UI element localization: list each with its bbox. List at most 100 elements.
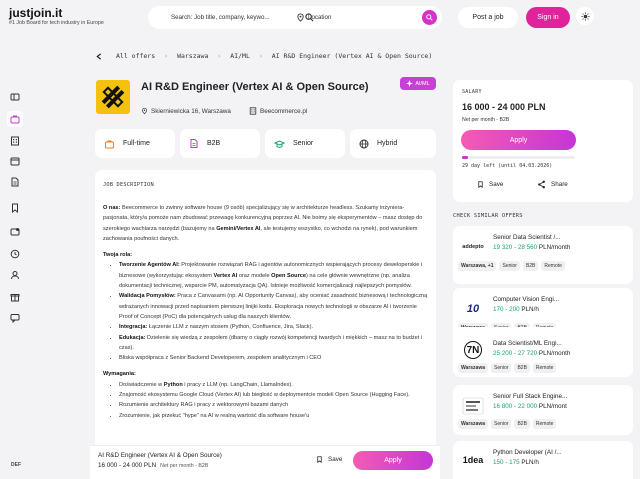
back-arrow-icon[interactable] bbox=[96, 52, 102, 60]
job-address: Skierniewicka 16, Warszawa bbox=[141, 107, 231, 115]
salary-range: 19 320 - 28 560 bbox=[493, 244, 538, 251]
sidebar-bookmark-icon[interactable] bbox=[10, 203, 20, 213]
role-item-bold: Open Source bbox=[271, 272, 306, 279]
location-input[interactable]: Location bbox=[308, 14, 331, 21]
post-job-button[interactable]: Post a job bbox=[458, 7, 518, 28]
share-offer-button[interactable]: Share bbox=[537, 180, 568, 189]
search-bar[interactable]: Search: Job title, company, keywo... Loc… bbox=[148, 6, 442, 29]
tag-contract: B2B bbox=[514, 419, 530, 429]
breadcrumb-separator: › bbox=[258, 52, 263, 60]
similar-offer-salary: 170 - 200 PLN/h bbox=[493, 306, 539, 313]
job-title: AI R&D Engineer (Vertex AI & Open Source… bbox=[141, 81, 369, 93]
description-body: O nas: Beecommerce to zwinny software ho… bbox=[103, 203, 428, 427]
requirement-text: Zrozumienie, jak przekuć "hype" na AI w … bbox=[119, 412, 310, 419]
search-submit-button[interactable] bbox=[422, 10, 437, 25]
breadcrumb-category[interactable]: AI/ML bbox=[230, 52, 250, 60]
similar-offer-salary: 25 200 - 27 720 PLN/month bbox=[493, 350, 570, 357]
sidebar-gift-icon[interactable] bbox=[10, 292, 20, 302]
breadcrumb-all-offers[interactable]: All offers bbox=[116, 52, 155, 60]
sidebar-briefcase-icon[interactable] bbox=[10, 114, 20, 124]
sidebar-offers-icon[interactable] bbox=[10, 92, 20, 102]
sticky-apply-button[interactable]: Apply bbox=[353, 451, 433, 470]
chip-label: B2B bbox=[207, 140, 221, 147]
language-switch[interactable]: DEF bbox=[11, 462, 21, 468]
tag-work-mode: Remote bbox=[532, 363, 557, 373]
salary-note: Net per month - B2B bbox=[462, 117, 510, 123]
category-badge[interactable]: AI/ML bbox=[400, 77, 436, 90]
job-company[interactable]: Beecommerce.pl bbox=[249, 107, 307, 115]
sidebar-chat-icon[interactable] bbox=[10, 313, 20, 323]
brand-logo[interactable]: justjoin.it bbox=[9, 6, 62, 20]
share-label: Share bbox=[551, 181, 568, 188]
bookmark-icon bbox=[317, 456, 322, 464]
tag-seniority: Senior bbox=[499, 261, 520, 271]
sun-icon bbox=[580, 11, 590, 21]
requirements-list: Doświadczenie w Python i pracy z LLM (np… bbox=[103, 380, 428, 421]
save-offer-button[interactable]: Save bbox=[477, 180, 503, 189]
breadcrumb-city[interactable]: Warszawa bbox=[177, 52, 208, 60]
days-left: 29 day left (until 04.03.2026) bbox=[462, 163, 553, 169]
similar-offer-card[interactable]: Senior Full Stack Engine... 16 800 - 22 … bbox=[453, 385, 633, 435]
tag-seniority: Senior bbox=[491, 363, 512, 373]
similar-offer-title: Computer Vision Engi... bbox=[493, 296, 560, 303]
sidebar-building-icon[interactable] bbox=[10, 136, 20, 146]
company-name[interactable]: Beecommerce.pl bbox=[260, 108, 307, 115]
sidebar-document-icon[interactable] bbox=[10, 177, 20, 187]
intro-label: O nas: bbox=[103, 205, 121, 211]
bookmark-icon bbox=[478, 181, 483, 189]
job-address-text: Skierniewicka 16, Warszawa bbox=[151, 107, 231, 115]
salary-card: SALARY 16 000 - 24 000 PLN Net per month… bbox=[453, 80, 633, 202]
requirement-item: Znajomość ekosystemu Google Cloud (Verte… bbox=[119, 390, 428, 400]
search-input[interactable]: Search: Job title, company, keywo... bbox=[171, 14, 281, 21]
breadcrumb: All offers › Warszawa › AI/ML › AI R&D E… bbox=[96, 52, 432, 60]
role-item-label: Walidacja Pomysłów: bbox=[119, 293, 176, 300]
requirement-text: Znajomość ekosystemu Google Cloud (Verte… bbox=[119, 392, 410, 399]
breadcrumb-current: AI R&D Engineer (Vertex AI & Open Source… bbox=[271, 52, 433, 60]
search-icon bbox=[426, 14, 433, 21]
tag-seniority: Senior bbox=[491, 419, 512, 429]
role-heading: Twoja rola: bbox=[103, 252, 133, 259]
location-pin-icon bbox=[297, 13, 304, 22]
sidebar-user-icon[interactable] bbox=[10, 270, 20, 280]
similar-offer-tags: Warszawa Senior B2B Remote bbox=[458, 419, 557, 429]
similar-offer-card[interactable]: addepto Senior Data Scientist /... 19 32… bbox=[453, 226, 633, 284]
requirement-item: Zrozumienie, jak przekuć "hype" na AI w … bbox=[119, 411, 428, 421]
similar-offer-title: Senior Data Scientist /... bbox=[493, 234, 561, 241]
role-item-text: Bliska współpraca z Senior Backend Devel… bbox=[119, 355, 322, 362]
salary-range: 25 200 - 27 720 bbox=[493, 350, 538, 357]
apply-button[interactable]: Apply bbox=[461, 130, 576, 150]
similar-offer-title: Data Scientist/ML Engi... bbox=[493, 340, 562, 347]
chip-label: Full-time bbox=[123, 140, 150, 147]
similar-offer-logo: 1dea bbox=[462, 455, 484, 465]
requirement-bold: Python bbox=[163, 381, 183, 388]
graduation-cap-icon bbox=[274, 139, 285, 148]
theme-toggle-button[interactable] bbox=[576, 7, 594, 25]
role-item: Walidacja Pomysłów: Praca z Canvasami (n… bbox=[119, 291, 428, 322]
sign-in-button[interactable]: Sign in bbox=[526, 7, 570, 28]
similar-offer-card[interactable]: 1dea Python Developer (AI /... 150 - 175… bbox=[453, 441, 633, 479]
sticky-save-button[interactable]: Save bbox=[316, 455, 342, 464]
sticky-salary-value: 16 000 - 24 000 PLN bbox=[98, 462, 157, 469]
sidebar-calendar-icon[interactable] bbox=[10, 156, 20, 166]
breadcrumb-separator: › bbox=[217, 52, 222, 60]
similar-offer-card[interactable]: 7N Data Scientist/ML Engi... 25 200 - 27… bbox=[453, 327, 633, 377]
salary-unit: PLN/h bbox=[521, 459, 539, 466]
requirement-text: Rozumienie architektury RAG i pracy z we… bbox=[119, 402, 289, 409]
location-pin-icon bbox=[142, 107, 147, 115]
sidebar-history-icon[interactable] bbox=[10, 249, 20, 259]
similar-offer-logo bbox=[461, 397, 485, 415]
salary-range: 150 - 175 bbox=[493, 459, 520, 466]
tag-contract: B2B bbox=[514, 363, 530, 373]
requirement-text: i pracy z LLM (np. LangChain, LlamaIndex… bbox=[182, 381, 293, 388]
save-label: Save bbox=[489, 181, 504, 188]
similar-offer-logo: 7N bbox=[464, 341, 482, 359]
role-item-bold: Vertex AI bbox=[213, 272, 238, 279]
role-item: Integracja: Łączenie LLM z naszym stosem… bbox=[119, 322, 428, 332]
tag-location: Warszawa bbox=[458, 363, 488, 373]
sidebar-alert-icon[interactable] bbox=[10, 227, 20, 237]
description-heading: JOB DESCRIPTION bbox=[103, 182, 154, 188]
salary-value: 16 000 - 24 000 PLN bbox=[462, 102, 546, 112]
sticky-salary-note: Net per month - B2B bbox=[160, 463, 209, 469]
similar-offers-heading: CHECK SIMILAR OFFERS bbox=[453, 213, 523, 219]
role-item-text: Dzielenie się wiedzą z zespołem (dbamy o… bbox=[119, 334, 423, 351]
